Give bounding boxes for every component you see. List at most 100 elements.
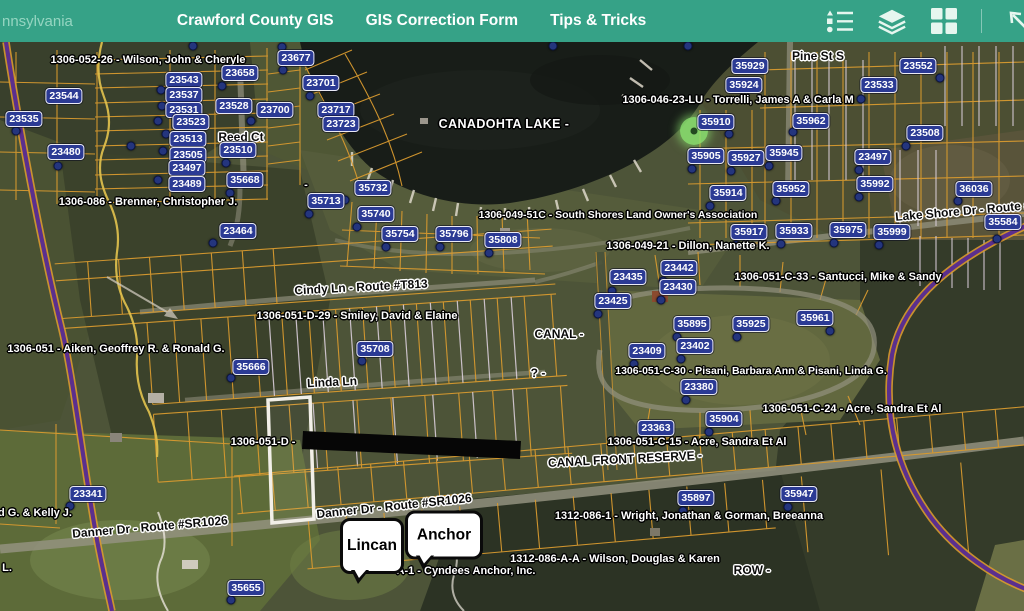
parcel-badge[interactable]: 35992 [856, 176, 893, 192]
parcel-badge[interactable]: 23658 [221, 65, 258, 81]
parcel-badge[interactable]: 35962 [792, 113, 829, 129]
parcel-badge[interactable]: 35808 [484, 232, 521, 248]
parcel-badge[interactable]: 35929 [731, 58, 768, 74]
parcel-badge[interactable]: 23508 [906, 125, 943, 141]
parcel-point-dot [684, 42, 693, 51]
owner-label: 1306-049-51C - South Shores Land Owner's… [479, 209, 758, 221]
apps-grid-icon[interactable] [929, 8, 959, 34]
parcel-badge[interactable]: 23497 [168, 160, 205, 176]
parcel-badge[interactable]: 23700 [256, 102, 293, 118]
parcel-badge[interactable]: 23510 [219, 142, 256, 158]
nav-crawford-county-gis[interactable]: Crawford County GIS [177, 12, 334, 30]
parcel-badge[interactable]: 35796 [435, 226, 472, 242]
street-label: Danner Dr - Route #SR1026 [72, 513, 229, 541]
parcel-badge[interactable]: 23535 [5, 111, 42, 127]
parcel-badge[interactable]: 35917 [730, 224, 767, 240]
expand-arrow-icon[interactable] [1004, 8, 1024, 34]
legend-icon[interactable] [825, 8, 855, 34]
map-viewport[interactable]: Reed CtPine St SCindy Ln - Route #T813Li… [0, 0, 1024, 611]
parcel-badge[interactable]: 35975 [829, 222, 866, 238]
parcel-point-dot [902, 142, 911, 151]
waterbody-label: CANADOHTA LAKE - [439, 117, 570, 131]
nav-gis-correction-form[interactable]: GIS Correction Form [366, 12, 518, 30]
parcel-point-dot [993, 235, 1002, 244]
parcel-badge[interactable]: 23409 [628, 343, 665, 359]
parcel-point-dot [227, 374, 236, 383]
parcel-point-dot [936, 74, 945, 83]
parcel-point-dot [657, 296, 666, 305]
parcel-badge[interactable]: 23528 [215, 98, 252, 114]
parcel-badge[interactable]: 35754 [381, 226, 418, 242]
parcel-badge[interactable]: 23544 [45, 88, 82, 104]
parcel-badge[interactable]: 35904 [705, 411, 742, 427]
parcel-badge[interactable]: 35668 [226, 172, 263, 188]
parcel-badge[interactable]: 35732 [354, 180, 391, 196]
street-label: Linda Ln [307, 374, 358, 391]
parcel-badge[interactable]: 23380 [680, 379, 717, 395]
parcel-badge[interactable]: 35927 [727, 150, 764, 166]
parcel-badge[interactable]: 35655 [227, 580, 264, 596]
parcel-point-dot [222, 159, 231, 168]
parcel-badge[interactable]: 35895 [673, 316, 710, 332]
parcel-badge[interactable]: 35961 [796, 310, 833, 326]
parcel-point-dot [777, 240, 786, 249]
owner-label: d G. & Kelly J. [0, 507, 72, 519]
parcel-badge[interactable]: 23402 [676, 338, 713, 354]
parcel-point-dot [688, 165, 697, 174]
parcel-badge[interactable]: 35924 [725, 77, 762, 93]
nav-tips-and-tricks[interactable]: Tips & Tricks [550, 12, 646, 30]
parcel-point-dot [157, 86, 166, 95]
parcel-badge[interactable]: 35740 [357, 206, 394, 222]
parcel-badge[interactable]: 23480 [47, 144, 84, 160]
parcel-badge[interactable]: 23513 [169, 131, 206, 147]
parcel-badge[interactable]: 23677 [277, 50, 314, 66]
parcel-badge[interactable]: 23489 [168, 176, 205, 192]
parcel-badge[interactable]: 23430 [659, 279, 696, 295]
parcel-badge[interactable]: 23363 [637, 420, 674, 436]
parcel-badge[interactable]: 23543 [165, 72, 202, 88]
parcel-badge[interactable]: 36036 [955, 181, 992, 197]
parcel-point-dot [154, 176, 163, 185]
parcel-badge[interactable]: 23552 [899, 58, 936, 74]
parcel-badge[interactable]: 23442 [660, 260, 697, 276]
owner-label: 1306-046-23-LU - Torrelli, James A & Car… [622, 94, 853, 106]
parcel-badge[interactable]: 23341 [69, 486, 106, 502]
parcel-point-dot [189, 42, 198, 51]
owner-label: 1306-086 - Brenner, Christopher J. [59, 196, 238, 208]
parcel-point-dot [855, 193, 864, 202]
parcel-badge[interactable]: 23497 [854, 149, 891, 165]
parcel-point-dot [279, 66, 288, 75]
parcel-badge[interactable]: 35933 [775, 223, 812, 239]
parcel-badge[interactable]: 23533 [860, 77, 897, 93]
layers-icon[interactable] [877, 8, 907, 34]
owner-label: 1306-051-C-30 - Pisani, Barbara Ann & Pi… [615, 365, 887, 377]
parcel-badge[interactable]: 35914 [709, 185, 746, 201]
parcel-badge[interactable]: 23435 [609, 269, 646, 285]
parcel-badge[interactable]: 23723 [322, 116, 359, 132]
parcel-badge[interactable]: 35584 [984, 214, 1021, 230]
annotation-callout[interactable]: Anchor [405, 511, 483, 560]
parcel-badge[interactable]: 35910 [697, 114, 734, 130]
parcel-badge[interactable]: 35999 [873, 224, 910, 240]
parcel-badge[interactable]: 23523 [172, 114, 209, 130]
parcel-badge[interactable]: 35952 [772, 181, 809, 197]
parcel-badge[interactable]: 35925 [732, 316, 769, 332]
annotation-callout[interactable]: Lincan [340, 518, 404, 574]
parcel-badge[interactable]: 23537 [165, 87, 202, 103]
parcel-badge[interactable]: 35713 [307, 193, 344, 209]
header-nav: Crawford County GIS GIS Correction Form … [177, 12, 646, 30]
parcel-badge[interactable]: 35708 [356, 341, 393, 357]
parcel-badge[interactable]: 35897 [677, 490, 714, 506]
parcel-badge[interactable]: 35945 [765, 145, 802, 161]
parcel-badge[interactable]: 23701 [302, 75, 339, 91]
parcel-point-dot [485, 249, 494, 258]
owner-label: 1306-051-D - [231, 436, 296, 448]
street-label: CANAL FRONT RESERVE - [548, 448, 703, 470]
owner-label: 1312-086-1 - Wright, Jonathan & Gorman, … [555, 510, 823, 522]
parcel-badge[interactable]: 35666 [232, 359, 269, 375]
parcel-badge[interactable]: 23464 [219, 223, 256, 239]
parcel-badge[interactable]: 35947 [780, 486, 817, 502]
parcel-badge[interactable]: 23425 [594, 293, 631, 309]
parcel-point-dot [306, 92, 315, 101]
parcel-badge[interactable]: 35905 [687, 148, 724, 164]
